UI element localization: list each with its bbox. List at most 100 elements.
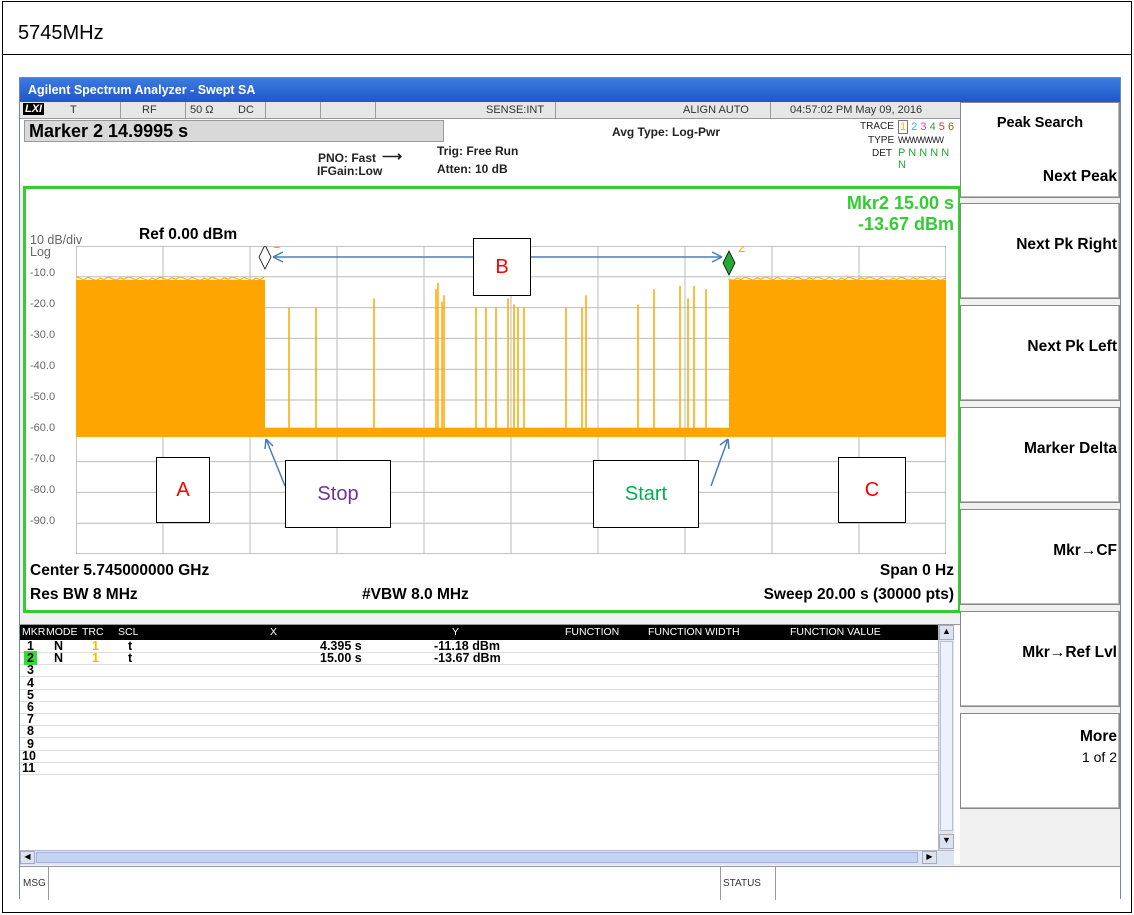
horizontal-scrollbar[interactable]: ◀ ▶ [20,850,954,865]
window-title[interactable]: Agilent Spectrum Analyzer - Swept SA [20,78,1120,102]
ref-level: Ref 0.00 dBm [139,226,238,243]
col-mode: MODE [46,626,78,638]
avg-type-setting: Avg Type: Log-Pwr [612,125,720,139]
atten-setting: Atten: 10 dB [437,162,508,176]
coupling-indicator: DC [238,104,254,116]
col-function-value: FUNCTION VALUE [790,626,881,638]
y-tick-label: -70.0 [30,453,56,465]
status-label: STATUS [723,878,761,889]
msg-label: MSG [23,878,46,889]
y-tick-label: -50.0 [30,391,56,403]
sense-indicator: SENSE:INT [486,104,545,116]
next-pk-right-button[interactable]: Next Pk Right [960,203,1120,299]
table-row[interactable]: 6 [20,700,938,714]
more-page-label: 1 of 2 [1081,749,1117,765]
annotation-c: C [838,457,906,523]
col-function-width: FUNCTION WIDTH [648,626,740,638]
mkr-ref-lvl-button[interactable]: Mkr→Ref Lvl [960,611,1120,707]
marker-table: MKR MODE TRC SCL X Y FUNCTION FUNCTION W… [20,624,960,865]
datetime: 04:57:02 PM May 09, 2016 [790,104,923,116]
next-pk-left-button[interactable]: Next Pk Left [960,305,1120,401]
annotation-start: Start [593,460,699,528]
det-values: P N N N N N [898,147,950,171]
marker-table-header: MKR MODE TRC SCL X Y FUNCTION FUNCTION W… [20,625,938,640]
col-function: FUNCTION [565,626,620,638]
marker-1-label: 1 [273,246,280,251]
col-mkr: MKR [22,626,46,638]
table-row[interactable]: 4 [20,676,938,690]
row-trace: 1 [92,651,99,666]
row-y-value: -13.67 dBm [434,651,501,666]
table-row[interactable]: 7 [20,712,938,727]
y-tick-label: -10.0 [30,267,56,279]
table-row[interactable]: 9 [20,737,938,751]
table-row[interactable]: 3 [20,663,938,678]
header-strip: 5745MHz [3,2,1131,55]
det-label: DET [872,148,892,159]
next-peak-button[interactable]: Next Peak [960,150,1120,198]
res-bw: Res BW 8 MHz [30,586,138,603]
active-marker-readout[interactable]: Marker 2 14.9995 s [24,120,444,142]
settings-panel: Marker 2 14.9995 s PNO: Fast ⟶ IFGain:Lo… [20,119,960,185]
arrowhead-start [727,438,730,450]
y-tick-label: -60.0 [30,422,56,434]
frequency-label: 5745MHz [18,22,104,44]
scroll-down-icon[interactable]: ▼ [939,834,954,849]
more-label: More [1079,728,1117,745]
annotation-b: B [473,238,531,296]
trace-label: TRACE [860,121,894,132]
trace-burst-c [729,279,946,437]
scroll-left-icon[interactable]: ◀ [20,851,35,864]
horizontal-scroll-thumb[interactable] [36,852,918,863]
measurement-display: 10 dB/div Log Ref 0.00 dBm Mkr2 15.00 s … [23,186,961,613]
table-row[interactable]: 5 [20,688,938,702]
mkr-cf-button[interactable]: Mkr→CF [960,509,1120,605]
col-trc: TRC [82,626,104,638]
lxi-icon: LXI [23,103,45,115]
marker-readout-time: Mkr2 15.00 s [846,193,954,213]
col-scl: SCL [118,626,139,638]
y-tick-label: -30.0 [30,329,56,341]
more-button[interactable]: More 1 of 2 [960,713,1120,809]
vbw: #VBW 8.0 MHz [362,586,469,603]
trigger-indicator: T [70,104,77,116]
align-indicator: ALIGN AUTO [683,104,749,116]
annotation-a: A [156,457,210,523]
document-frame: 5745MHz Agilent Spectrum Analyzer - Swep… [2,1,1132,913]
log-label: Log [30,245,51,259]
pno-setting: PNO: Fast [318,151,377,165]
scroll-up-icon[interactable]: ▲ [939,625,954,640]
row-scale: t [128,651,133,666]
vertical-scroll-thumb[interactable] [940,641,953,831]
softkey-panel: Peak Search Next Peak Next Pk Right Next… [960,102,1120,864]
marker-delta-button[interactable]: Marker Delta [960,407,1120,503]
trig-setting: Trig: Free Run [437,144,519,158]
table-row[interactable]: 11 [20,761,938,775]
scroll-right-icon[interactable]: ▶ [922,851,937,864]
annotation-stop: Stop [285,460,391,528]
table-row[interactable]: 10 [20,749,938,763]
marker-readout-level: -13.67 dBm [857,214,954,234]
impedance-indicator: 50 Ω [190,104,214,116]
message-bar: MSG STATUS [20,866,1120,900]
sweep-time: Sweep 20.00 s (30000 pts) [763,586,954,603]
table-row[interactable]: 8 [20,724,938,739]
vertical-scrollbar[interactable]: ▲ ▼ [938,625,954,850]
y-tick-label: -90.0 [30,515,56,527]
ifgain-setting: IFGain:Low [317,164,383,178]
y-tick-label: -80.0 [30,484,56,496]
row-marker-number: 11 [22,761,36,775]
y-tick-label: -20.0 [30,298,56,310]
table-row[interactable]: 2 N 1 t 15.00 s -13.67 dBm [20,651,938,666]
center-frequency: Center 5.745000000 GHz [30,562,210,579]
status-bar: LXI T RF 50 Ω DC SENSE:INT ALIGN AUTO 04… [20,102,960,119]
trace-numbers: 1 2 3 4 5 6 [898,120,955,134]
trace-burst-a [76,279,265,437]
trace-noise-floor [265,427,729,437]
col-x: X [270,626,278,638]
row-mode: N [54,651,64,666]
type-values: WWWWWW [898,135,944,145]
pno-icon: ⟶ [382,148,403,164]
y-tick-label: -40.0 [30,360,56,372]
span: Span 0 Hz [879,562,954,579]
